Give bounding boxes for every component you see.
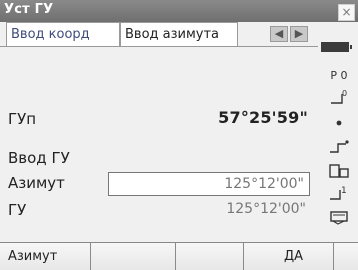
battery-icon bbox=[321, 42, 352, 52]
tab-right-arrow-icon[interactable]: ▶ bbox=[290, 26, 308, 42]
prism-icon-svg bbox=[329, 164, 349, 178]
svg-text:1: 1 bbox=[341, 186, 347, 196]
screen: Уст ГУ × Ввод коорд Ввод азимута ◀ ▶ ГУп… bbox=[0, 0, 358, 270]
prism-icon[interactable] bbox=[322, 162, 356, 180]
content-area: ГУп 57°25'59" Ввод ГУ Азимут 125°12'00" … bbox=[0, 46, 318, 242]
step-icon-svg: 1 bbox=[330, 186, 347, 200]
gu-label: ГУ bbox=[8, 201, 27, 219]
softkey-azimut[interactable]: Азимут bbox=[0, 243, 91, 270]
keyboard-icon[interactable] bbox=[322, 208, 356, 226]
window-title: Уст ГУ bbox=[4, 2, 54, 17]
p0-text: P 0 bbox=[330, 68, 348, 82]
keyboard-icon-svg bbox=[330, 211, 348, 225]
tab-vvod-azimuta[interactable]: Ввод азимута bbox=[120, 22, 238, 46]
gu-value: 125°12'00" bbox=[226, 201, 306, 217]
gup-value: 57°25'59" bbox=[218, 108, 308, 127]
status-sidebar: P 0 0 1 bbox=[318, 22, 358, 242]
target-prism-icon-svg: 0 bbox=[331, 89, 347, 104]
dot-icon[interactable] bbox=[322, 114, 356, 132]
softkey-da[interactable]: ДА bbox=[244, 243, 334, 270]
target-prism-icon[interactable]: 0 bbox=[322, 88, 356, 106]
close-icon[interactable]: × bbox=[338, 4, 355, 21]
level-icon[interactable] bbox=[322, 138, 356, 156]
tab-vvod-koord[interactable]: Ввод коорд bbox=[6, 22, 120, 46]
title-bar: Уст ГУ × bbox=[0, 0, 358, 22]
softkey-bar: Азимут ДА bbox=[0, 242, 358, 270]
p0-indicator: P 0 bbox=[322, 66, 356, 84]
softkey-5[interactable] bbox=[334, 243, 358, 270]
level-icon-svg bbox=[330, 140, 349, 153]
step-icon[interactable]: 1 bbox=[322, 184, 356, 202]
dot-icon-svg bbox=[336, 120, 342, 126]
tab-scroll-arrows: ◀ ▶ bbox=[270, 26, 310, 42]
azimut-label: Азимут bbox=[8, 174, 65, 192]
vvod-gu-label: Ввод ГУ bbox=[8, 149, 70, 167]
azimut-value[interactable]: 125°12'00" bbox=[224, 176, 304, 192]
tab-bar: Ввод коорд Ввод азимута ◀ ▶ bbox=[0, 22, 318, 47]
gup-label: ГУп bbox=[8, 110, 37, 128]
softkey-3[interactable] bbox=[176, 243, 244, 270]
svg-text:0: 0 bbox=[342, 89, 347, 98]
tab-left-arrow-icon[interactable]: ◀ bbox=[270, 26, 288, 42]
softkey-2[interactable] bbox=[91, 243, 176, 270]
